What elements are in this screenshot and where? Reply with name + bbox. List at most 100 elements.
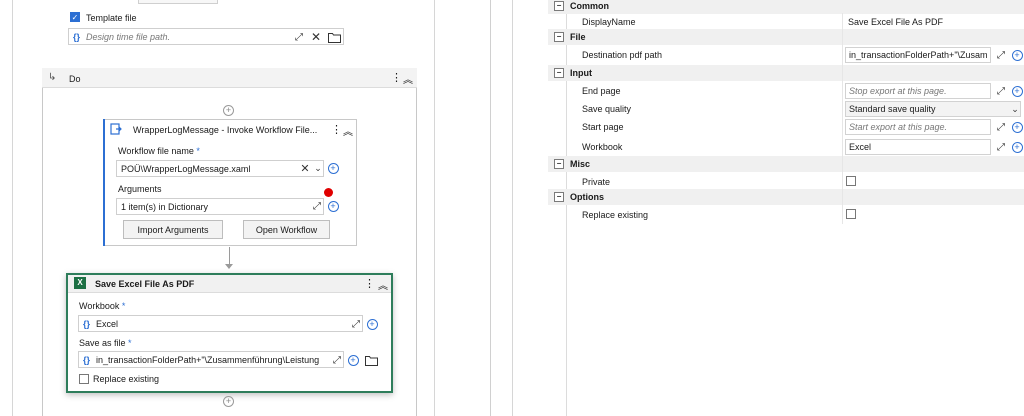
workflow-file-input[interactable]: POÜ\WrapperLogMessage.xaml — [116, 160, 324, 177]
invoke-workflow-icon — [110, 123, 122, 137]
expand-editor-icon[interactable]: ⤢ — [994, 84, 1008, 98]
import-arguments-button[interactable]: Import Arguments — [123, 220, 223, 239]
panel-divider — [512, 0, 513, 416]
collapse-toggle-icon[interactable]: − — [554, 159, 564, 169]
invoke-activity-title: WrapperLogMessage - Invoke Workflow File… — [133, 125, 318, 135]
property-name: DisplayName — [582, 17, 636, 27]
category-misc[interactable]: − Misc — [548, 156, 1024, 172]
template-file-checkbox[interactable]: ✓ — [70, 12, 80, 22]
save-as-file-input[interactable]: {} in_transactionFolderPath+"\Zusammenfü… — [78, 351, 344, 368]
add-variable-icon[interactable]: + — [1010, 120, 1024, 134]
displayname-value[interactable]: Save Excel File As PDF — [845, 14, 1023, 30]
collapse-toggle-icon[interactable]: − — [554, 68, 564, 78]
validation-error-dot — [324, 188, 333, 197]
expression-braces-icon: {} — [73, 31, 81, 42]
add-save-as-icon[interactable]: + — [346, 353, 360, 367]
private-checkbox[interactable] — [846, 176, 856, 186]
destination-pdf-path-input[interactable]: in_transactionFolderPath+"\Zusam — [845, 47, 991, 63]
add-activity-icon[interactable]: + — [223, 105, 234, 116]
clear-workflow-icon[interactable]: ✕ — [298, 161, 312, 175]
add-argument-icon[interactable]: + — [326, 199, 340, 213]
browse-folder-icon[interactable] — [327, 30, 341, 44]
canvas-right-border — [490, 0, 491, 416]
category-input-label: Input — [570, 68, 592, 78]
expand-editor-icon[interactable]: ⤢ — [994, 140, 1008, 154]
collapse-toggle-icon[interactable]: − — [554, 1, 564, 11]
property-name: Destination pdf path — [582, 50, 663, 60]
category-file[interactable]: − File — [548, 29, 1024, 45]
property-row-destination-pdf-path[interactable]: Destination pdf path in_transactionFolde… — [568, 46, 1024, 64]
collapse-icon[interactable]: ︽ — [403, 71, 413, 86]
workflow-file-label: Workflow file name * — [118, 146, 200, 156]
expression-braces-icon: {} — [83, 318, 91, 329]
property-row-save-quality[interactable]: Save quality Standard save quality ⌄ — [568, 100, 1024, 118]
add-variable-icon[interactable]: + — [1010, 48, 1024, 62]
chevron-down-icon[interactable]: ⌄ — [311, 161, 325, 175]
collapse-toggle-icon[interactable]: − — [554, 192, 564, 202]
replace-existing-checkbox[interactable] — [79, 374, 89, 384]
expand-editor-icon[interactable]: ⤢ — [292, 30, 306, 44]
open-workflow-button[interactable]: Open Workflow — [243, 220, 330, 239]
outer-sequence-right-border — [434, 0, 435, 416]
add-variable-icon[interactable]: + — [326, 161, 340, 175]
save-pdf-collapse-icon[interactable]: ︽ — [378, 277, 388, 292]
category-input[interactable]: − Input — [548, 65, 1024, 81]
truncated-field — [138, 0, 218, 4]
workbook-label: Workbook * — [79, 301, 126, 311]
do-sequence-label: Do — [69, 74, 81, 84]
category-common-label: Common — [570, 1, 609, 11]
chevron-down-icon[interactable]: ⌄ — [1008, 102, 1022, 116]
add-workbook-icon[interactable]: + — [365, 317, 379, 331]
expand-editor-icon[interactable]: ⤢ — [994, 120, 1008, 134]
start-page-input[interactable]: Start export at this page. — [845, 119, 991, 135]
connector-line — [229, 247, 230, 265]
arguments-input[interactable]: 1 item(s) in Dictionary — [116, 198, 324, 215]
template-file-label: Template file — [86, 13, 137, 23]
property-name: Private — [582, 177, 611, 187]
invoke-accent-bar — [103, 119, 105, 246]
category-options[interactable]: − Options — [548, 189, 1024, 205]
property-name: Save quality — [582, 104, 632, 114]
save-pdf-more-options-icon[interactable]: ⋮ — [364, 277, 375, 290]
properties-column-divider — [842, 13, 843, 224]
add-variable-icon[interactable]: + — [1010, 84, 1024, 98]
end-page-input[interactable]: Stop export at this page. — [845, 83, 991, 99]
workbook-property-input[interactable]: Excel — [845, 139, 991, 155]
expand-editor-icon[interactable]: ⤢ — [994, 48, 1008, 62]
property-row-replace-existing[interactable]: Replace existing — [568, 206, 1024, 224]
clear-icon[interactable]: ✕ — [309, 30, 323, 44]
property-name: Workbook — [582, 142, 623, 152]
invoke-collapse-icon[interactable]: ︽ — [343, 123, 353, 138]
save-pdf-title: Save Excel File As PDF — [95, 279, 195, 289]
workbook-value: Excel — [96, 318, 119, 329]
properties-left-gutter — [566, 0, 567, 416]
expand-arguments-icon[interactable]: ⤢ — [310, 199, 324, 213]
invoke-more-options-icon[interactable]: ⋮ — [331, 123, 342, 136]
property-row-workbook[interactable]: Workbook Excel ⤢ + — [568, 138, 1024, 156]
browse-file-icon[interactable] — [364, 353, 378, 367]
category-file-label: File — [570, 32, 586, 42]
connector-arrow-icon — [225, 264, 233, 269]
collapse-toggle-icon[interactable]: − — [554, 32, 564, 42]
property-name: Start page — [582, 122, 624, 132]
expand-save-as-icon[interactable]: ⤢ — [330, 353, 344, 367]
arguments-label: Arguments — [118, 184, 162, 194]
workflow-designer-canvas[interactable]: ✓ Template file {} Design time file path… — [0, 0, 491, 416]
property-name: Replace existing — [582, 210, 649, 220]
expand-workbook-icon[interactable]: ⤢ — [349, 317, 363, 331]
replace-existing-property-checkbox[interactable] — [846, 209, 856, 219]
template-file-placeholder: Design time file path. — [86, 31, 171, 42]
save-as-file-label: Save as file * — [79, 338, 132, 348]
workbook-input[interactable]: {} Excel — [78, 315, 363, 332]
save-quality-select[interactable]: Standard save quality — [845, 101, 1021, 117]
property-row-start-page[interactable]: Start page Start export at this page. ⤢ … — [568, 118, 1024, 136]
properties-panel: − Common DisplayName Save Excel File As P… — [548, 0, 1024, 416]
category-common[interactable]: − Common — [548, 0, 1024, 14]
add-activity-icon-bottom[interactable]: + — [223, 396, 234, 407]
more-options-icon[interactable]: ⋮ — [391, 71, 402, 84]
add-variable-icon[interactable]: + — [1010, 140, 1024, 154]
property-row-end-page[interactable]: End page Stop export at this page. ⤢ + — [568, 82, 1024, 100]
category-options-label: Options — [570, 192, 604, 202]
workflow-file-value: POÜ\WrapperLogMessage.xaml — [121, 163, 251, 174]
do-sequence-header[interactable] — [42, 68, 417, 88]
